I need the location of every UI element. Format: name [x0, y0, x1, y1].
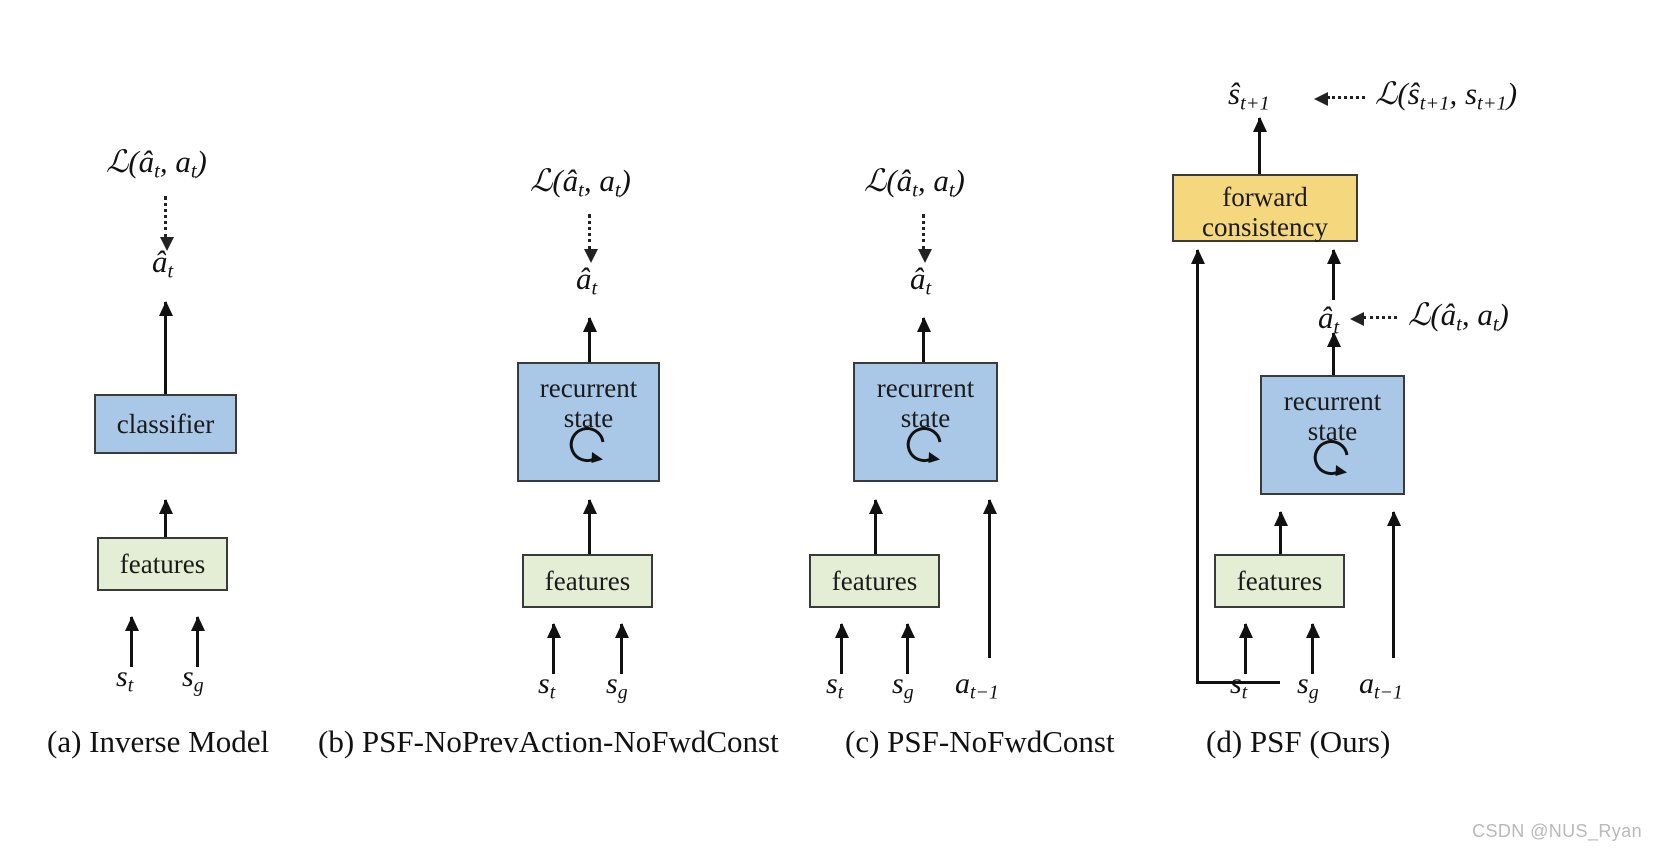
panel-d-action-loss-arrow	[1350, 311, 1397, 326]
panel-d-recurrent-label-line1: recurrent	[1283, 386, 1382, 416]
panel-d-input-sg: sg	[1297, 667, 1319, 704]
panel-d-action-loss-label: ℒ(ât, at)	[1408, 297, 1509, 336]
watermark: CSDN @NUS_Ryan	[1472, 821, 1642, 841]
panel-d-branch-state-to-fwdconsistency	[1196, 250, 1199, 684]
panel-d-recurrent-state-box: recurrent state	[1260, 375, 1405, 495]
panel-d-arrow-action-to-fwdconsistency	[1332, 250, 1335, 300]
figure-canvas: ℒ(ât, at) ât classifier features st sg (…	[0, 0, 1666, 864]
recurrent-loop-icon	[1313, 440, 1348, 476]
panel-d-arrow-recurrent-to-action	[1332, 333, 1335, 375]
panel-d-psf-ours: ŝt+1 ℒ(ŝt+1, st+1) forward consistency â…	[0, 0, 1666, 864]
panel-d-arrow-prevaction-to-recurrent	[1392, 512, 1395, 658]
panel-d-features-label: features	[1236, 565, 1323, 596]
panel-d-state-loss-label: ℒ(ŝt+1, st+1)	[1375, 76, 1518, 115]
panel-d-forward-label-line1: forward	[1222, 182, 1308, 212]
panel-d-arrow-features-to-recurrent	[1279, 512, 1282, 554]
panel-d-forward-label-line2: consistency	[1202, 212, 1328, 243]
panel-d-state-output-label: ŝt+1	[1228, 76, 1270, 115]
panel-d-input-prevaction: at−1	[1359, 667, 1403, 704]
panel-d-state-loss-arrow	[1314, 91, 1365, 106]
panel-d-forward-consistency-box: forward consistency	[1172, 174, 1358, 242]
panel-d-arrow-fwdconsistency-to-state	[1258, 118, 1261, 174]
panel-d-caption: (d) PSF (Ours)	[1206, 724, 1391, 759]
panel-d-features-box: features	[1214, 554, 1345, 608]
panel-d-input-st: st	[1230, 667, 1248, 704]
